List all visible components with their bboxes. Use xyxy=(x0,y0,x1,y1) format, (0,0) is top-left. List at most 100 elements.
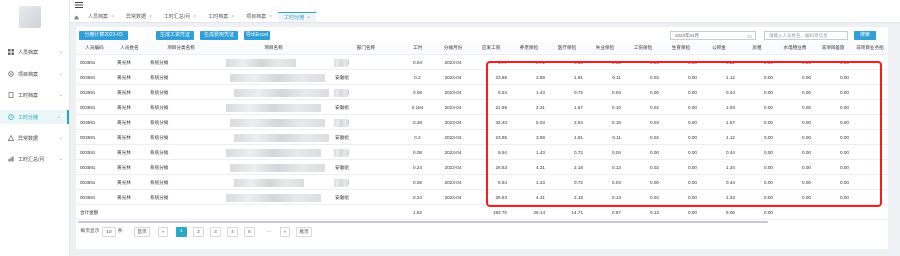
sidebar-item-label: 人员档案 xyxy=(18,49,39,56)
table-cell: 2023-04 xyxy=(444,150,462,155)
tab-1[interactable]: 异常数据 × xyxy=(120,12,158,22)
sidebar-item-label: 异常数据 xyxy=(18,135,39,142)
table-cell: 安徽组 xyxy=(335,194,349,200)
close-icon[interactable]: × xyxy=(149,14,152,20)
page-button-3[interactable]: 3 xyxy=(210,227,221,237)
table-cell: 黄光林 xyxy=(117,164,131,170)
table-cell: 医疗保险 xyxy=(557,45,577,50)
search-button[interactable]: 搜索 xyxy=(854,31,876,40)
table-cell: 系统分摊 xyxy=(150,134,169,140)
prev-page-button[interactable]: « xyxy=(158,227,168,237)
redacted-project-name xyxy=(226,104,321,112)
table-cell: 人员姓名 xyxy=(120,45,139,50)
next-page-button[interactable]: » xyxy=(280,227,290,237)
table-cell: 工伤保险 xyxy=(633,45,653,50)
tab-label: 项目档案 xyxy=(246,14,267,20)
table-cell: 水电物业费 xyxy=(783,45,807,50)
totals-injury: 0.13 xyxy=(650,210,659,215)
totals-fund: 9.06 xyxy=(726,210,735,215)
table-cell: 0.04 xyxy=(413,60,422,65)
table-cell: 003591 xyxy=(80,150,96,155)
totals-rent: 0.00 xyxy=(764,210,773,215)
month-picker[interactable]: 2023年04月 ▭ xyxy=(670,31,756,40)
table-cell: 系统分摊 xyxy=(150,194,169,200)
table-cell: 安徽组 xyxy=(335,104,349,110)
sidebar-item-3[interactable]: 工时分摊 ⌄ xyxy=(0,110,69,124)
sidebar-item-2[interactable]: 工时档案 ⌄ xyxy=(0,88,69,102)
per-page-select[interactable]: 10 xyxy=(102,227,116,237)
tab-label: 人员档案 xyxy=(88,14,109,20)
generate-expense-voucher-button[interactable]: 生成费用凭证 xyxy=(200,31,238,40)
table-cell: 003591 xyxy=(80,90,96,95)
table-cell: 非项目差旅 xyxy=(821,45,845,50)
app-logo xyxy=(19,6,41,28)
redacted-dept-detail xyxy=(334,59,348,67)
tab-label: 工时档案 xyxy=(208,14,229,20)
table-cell: 安徽组 xyxy=(335,74,349,80)
table-cell: 系统分摊 xyxy=(150,89,169,95)
pagination: 每页显示 10 条 首页 « 12345 ... » 尾页 xyxy=(76,226,888,239)
tab-4[interactable]: 项目档案 × xyxy=(240,12,278,22)
table-cell: 003591 xyxy=(80,75,96,80)
tab-label: 异常数据 xyxy=(125,14,146,20)
redacted-dept-detail xyxy=(334,179,348,187)
search-input[interactable]: 请输入人员姓名、编码等信息 xyxy=(764,31,848,40)
tab-bar: 人员档案 × 异常数据 × 工时汇总/月 × 工时档案 × 项目档案 × 工时分摊 × xyxy=(74,12,316,22)
page-button-1[interactable]: 1 xyxy=(176,227,187,237)
table-cell: 0.2 xyxy=(414,135,421,140)
totals-salary: 193.70 xyxy=(492,210,507,215)
tab-2[interactable]: 工时汇总/月 × xyxy=(158,12,202,22)
home-icon[interactable] xyxy=(74,12,80,22)
table-cell: 2023-04 xyxy=(444,90,462,95)
redacted-project-name xyxy=(230,119,325,127)
redacted-project-name xyxy=(234,179,304,187)
totals-label: 合计金额 xyxy=(80,209,99,215)
table-cell: 2023-04 xyxy=(444,180,462,185)
table-cell: 2023-04 xyxy=(444,75,462,80)
table-cell: 部门名称 xyxy=(356,45,376,50)
close-icon[interactable]: × xyxy=(307,15,310,21)
close-icon[interactable]: × xyxy=(111,14,114,20)
totals-row: 合计金额 1.62 193.70 29.14 14.71 0.87 0.13 0.00 9.06… xyxy=(76,206,888,220)
calendar-icon[interactable]: ▭ xyxy=(747,33,752,41)
close-icon[interactable]: × xyxy=(231,14,234,20)
chevron-down-icon: ⌄ xyxy=(56,114,61,120)
table-cell: 系统分摊 xyxy=(150,179,169,185)
sidebar-item-label: 项目档案 xyxy=(18,71,39,78)
table-cell: 黄光林 xyxy=(117,179,131,185)
page-button-2[interactable]: 2 xyxy=(193,227,204,237)
first-page-button[interactable]: 首页 xyxy=(134,227,150,237)
settings-icon xyxy=(8,71,14,77)
export-excel-button[interactable]: 导出Excel xyxy=(244,31,270,40)
close-icon[interactable]: × xyxy=(193,14,196,20)
sidebar-item-1[interactable]: 项目档案 ⌄ xyxy=(0,67,69,81)
close-icon[interactable]: × xyxy=(269,14,272,20)
menu-icon[interactable] xyxy=(75,2,83,8)
redacted-dept-detail xyxy=(334,149,348,157)
redacted-project-name xyxy=(226,59,296,67)
last-page-button[interactable]: 尾页 xyxy=(296,227,312,237)
tab-0[interactable]: 人员档案 × xyxy=(82,12,120,22)
allocate-calc-button[interactable]: 分摊计算2023-03 xyxy=(79,31,128,40)
table-cell: 0.08 xyxy=(413,150,422,155)
table-cell: 0.28 xyxy=(413,120,422,125)
table-cell: 003591 xyxy=(80,195,96,200)
tab-5[interactable]: 工时分摊 × xyxy=(278,12,316,22)
table-cell: 黄光林 xyxy=(117,59,131,65)
page-button-4[interactable]: 4 xyxy=(227,227,238,237)
horizontal-scrollbar[interactable] xyxy=(76,220,888,224)
tab-3[interactable]: 工时档案 × xyxy=(202,12,240,22)
sidebar-item-4[interactable]: 异常数据 ⌄ xyxy=(0,131,69,145)
table-cell: 系统分摊 xyxy=(150,104,169,110)
sidebar-item-label: 工时分摊 xyxy=(18,114,39,121)
generate-salary-voucher-button[interactable]: 生成工资凭证 xyxy=(156,31,194,40)
chevron-down-icon: ⌄ xyxy=(58,49,63,55)
table-cell: 2023-04 xyxy=(444,105,462,110)
redacted-project-name xyxy=(234,89,329,97)
sidebar-item-0[interactable]: 人员档案 ⌄ xyxy=(0,45,69,59)
table-cell: 黄光林 xyxy=(117,149,131,155)
sidebar-item-5[interactable]: 工时汇总/月 ⌄ xyxy=(0,152,69,166)
redacted-project-name xyxy=(226,149,321,157)
page-button-5[interactable]: 5 xyxy=(244,227,255,237)
table-cell: 003591 xyxy=(80,120,96,125)
